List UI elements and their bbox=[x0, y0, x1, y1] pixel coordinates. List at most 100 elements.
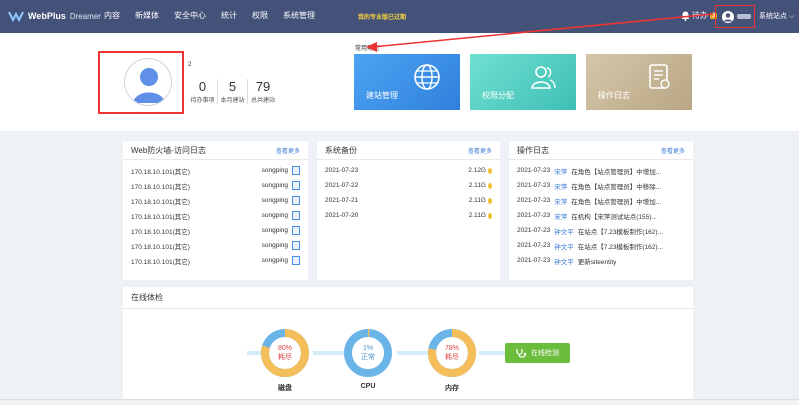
ip-address: 170.18.10.101(其它) bbox=[131, 213, 190, 221]
list-item[interactable]: 2021-07-23 宋萍 在机构【宋萍测试站点(155)... bbox=[509, 208, 693, 223]
log-user[interactable]: 钟文平 bbox=[554, 241, 574, 251]
avatar[interactable] bbox=[124, 58, 172, 106]
list-item[interactable]: 2021-07-23 钟文平 在站点【7.23模板制作(162)... bbox=[509, 223, 693, 238]
chevron-down-icon: ⌵ bbox=[788, 13, 795, 20]
list-item[interactable]: 2021-07-23 钟文平 更新siteentity bbox=[509, 253, 693, 268]
site-selector[interactable]: 系统站点 ⌵ bbox=[759, 11, 794, 21]
list-item[interactable]: 170.18.10.101(其它) songping bbox=[123, 223, 308, 238]
online-health-check-panel: 在线体检 80% 耗尽 1% 正常 78% 耗尽 磁盘 CPU 内存 在线检测 bbox=[123, 287, 693, 405]
list-item[interactable]: 2021-07-23 宋萍 在角色【站点管理员】中移除... bbox=[509, 178, 693, 193]
log-text: 更新siteentity bbox=[577, 258, 617, 266]
download-icon[interactable] bbox=[488, 167, 492, 174]
list-item[interactable]: 2021-07-23 钟文平 在站点【7.23模板制作(162)... bbox=[509, 238, 693, 253]
log-date: 2021-07-23 bbox=[517, 242, 551, 249]
globe-icon bbox=[414, 64, 440, 90]
log-user[interactable]: 宋萍 bbox=[554, 211, 567, 221]
stat-label: 本月建站 bbox=[220, 98, 245, 104]
stat-total-sites[interactable]: 79 总共建站 bbox=[248, 79, 278, 104]
backup-date: 2021-07-20 bbox=[325, 212, 359, 219]
download-icon[interactable] bbox=[488, 182, 492, 189]
download-icon[interactable] bbox=[488, 197, 492, 204]
log-date: 2021-07-23 bbox=[517, 182, 551, 189]
list-item[interactable]: 170.18.10.101(其它) songping bbox=[123, 193, 308, 208]
license-notice[interactable]: 我的专业版已过期 bbox=[358, 12, 406, 21]
list-item[interactable]: 2021-07-23 宋萍 在角色【站点管理员】中增加... bbox=[509, 193, 693, 208]
log-text: 在站点【7.23模板制作(162)... bbox=[577, 243, 663, 251]
file-icon[interactable] bbox=[292, 181, 300, 190]
logo[interactable]: WebPlus Dreamer bbox=[8, 9, 101, 23]
tile-operation-log[interactable]: 操作日志 bbox=[586, 54, 692, 110]
list-item[interactable]: 2021-07-21 2.11G bbox=[317, 193, 500, 208]
connector-line bbox=[313, 351, 347, 355]
online-check-button[interactable]: 在线检测 bbox=[505, 343, 570, 363]
log-user[interactable]: 宋萍 bbox=[554, 181, 567, 191]
gauge-status: 正常 bbox=[361, 354, 375, 361]
log-text: 在角色【站点管理员】中增加... bbox=[571, 198, 662, 206]
user-avatar-icon bbox=[722, 10, 734, 23]
stat-pending[interactable]: 0 待办事项 bbox=[188, 79, 218, 104]
stat-monthly-sites[interactable]: 5 本月建站 bbox=[218, 79, 248, 104]
stat-value: 79 bbox=[255, 79, 271, 94]
tile-site-management[interactable]: 建站管理 bbox=[354, 54, 460, 110]
site-selector-label: 系统站点 bbox=[759, 13, 787, 20]
log-text: 在机构【宋萍测试站点(155)... bbox=[571, 213, 657, 221]
nav-item-content[interactable]: 内容 bbox=[104, 10, 120, 21]
tile-label: 建站管理 bbox=[366, 91, 398, 100]
gauge-percent: 80% bbox=[277, 345, 292, 352]
file-icon[interactable] bbox=[292, 256, 300, 265]
list-item[interactable]: 170.18.10.101(其它) songping bbox=[123, 163, 308, 178]
nav-item-new-media[interactable]: 新媒体 bbox=[135, 10, 159, 21]
list-item[interactable]: 170.18.10.101(其它) songping bbox=[123, 208, 308, 223]
backup-date: 2021-07-22 bbox=[325, 182, 359, 189]
file-icon[interactable] bbox=[292, 241, 300, 250]
file-icon[interactable] bbox=[292, 166, 300, 175]
log-user[interactable]: 钟文平 bbox=[554, 256, 574, 266]
tile-permission-assignment[interactable]: 权限分配 bbox=[470, 54, 576, 110]
log-document-icon bbox=[649, 64, 670, 89]
list-item[interactable]: 2021-07-22 2.11G bbox=[317, 178, 500, 193]
list-item[interactable]: 2021-07-20 2.11G bbox=[317, 208, 500, 223]
stat-label: 总共建站 bbox=[250, 98, 275, 104]
file-icon[interactable] bbox=[292, 226, 300, 235]
nav-item-security-center[interactable]: 安全中心 bbox=[174, 10, 206, 21]
button-label: 在线检测 bbox=[531, 350, 559, 357]
todo-button[interactable]: 待办 3 bbox=[681, 10, 718, 21]
nav-item-statistics[interactable]: 统计 bbox=[221, 10, 237, 21]
log-user[interactable]: 宋萍 bbox=[554, 166, 567, 176]
view-more-link[interactable]: 查看更多 bbox=[661, 146, 685, 155]
download-icon[interactable] bbox=[488, 212, 492, 219]
taskbar-strip bbox=[0, 399, 799, 405]
user-name: songping bbox=[261, 212, 288, 219]
list-item[interactable]: 2021-07-23 宋萍 在角色【站点管理员】中增加... bbox=[509, 163, 693, 178]
list-item[interactable]: 170.18.10.101(其它) songping bbox=[123, 253, 308, 268]
panel-title: 系统备份 bbox=[325, 145, 357, 155]
list-item[interactable]: 170.18.10.101(其它) songping bbox=[123, 178, 308, 193]
gauge-label-cpu: CPU bbox=[360, 383, 376, 390]
gauge-status: 耗尽 bbox=[445, 354, 459, 361]
backup-size: 2.11G bbox=[468, 212, 486, 219]
profile-badge: 2 bbox=[188, 62, 192, 68]
file-icon[interactable] bbox=[292, 196, 300, 205]
system-backup-panel: 系统备份 查看更多 2021-07-23 2.12G 2021-07-22 2.11… bbox=[317, 141, 500, 280]
view-more-link[interactable]: 查看更多 bbox=[276, 146, 300, 155]
nav-item-permissions[interactable]: 权限 bbox=[252, 10, 268, 21]
log-date: 2021-07-23 bbox=[517, 227, 551, 234]
user-name: songping bbox=[261, 227, 288, 234]
user-name: songping bbox=[261, 182, 288, 189]
list-item[interactable]: 170.18.10.101(其它) songping bbox=[123, 238, 308, 253]
log-user[interactable]: 宋萍 bbox=[554, 196, 567, 206]
user-account-menu[interactable] bbox=[715, 5, 755, 28]
panel-title: 操作日志 bbox=[517, 145, 549, 155]
log-text: 在角色【站点管理员】中移除... bbox=[571, 183, 662, 191]
log-date: 2021-07-23 bbox=[517, 257, 551, 264]
ip-address: 170.18.10.101(其它) bbox=[131, 258, 190, 266]
bell-icon bbox=[681, 11, 690, 21]
log-user[interactable]: 钟文平 bbox=[554, 226, 574, 236]
list-item[interactable]: 2021-07-23 2.12G bbox=[317, 163, 500, 178]
user-name: songping bbox=[261, 242, 288, 249]
stats-summary: 0 待办事项 5 本月建站 79 总共建站 bbox=[188, 79, 278, 104]
file-icon[interactable] bbox=[292, 211, 300, 220]
ip-address: 170.18.10.101(其它) bbox=[131, 183, 190, 191]
nav-item-system-management[interactable]: 系统管理 bbox=[283, 10, 315, 21]
view-more-link[interactable]: 查看更多 bbox=[468, 146, 492, 155]
